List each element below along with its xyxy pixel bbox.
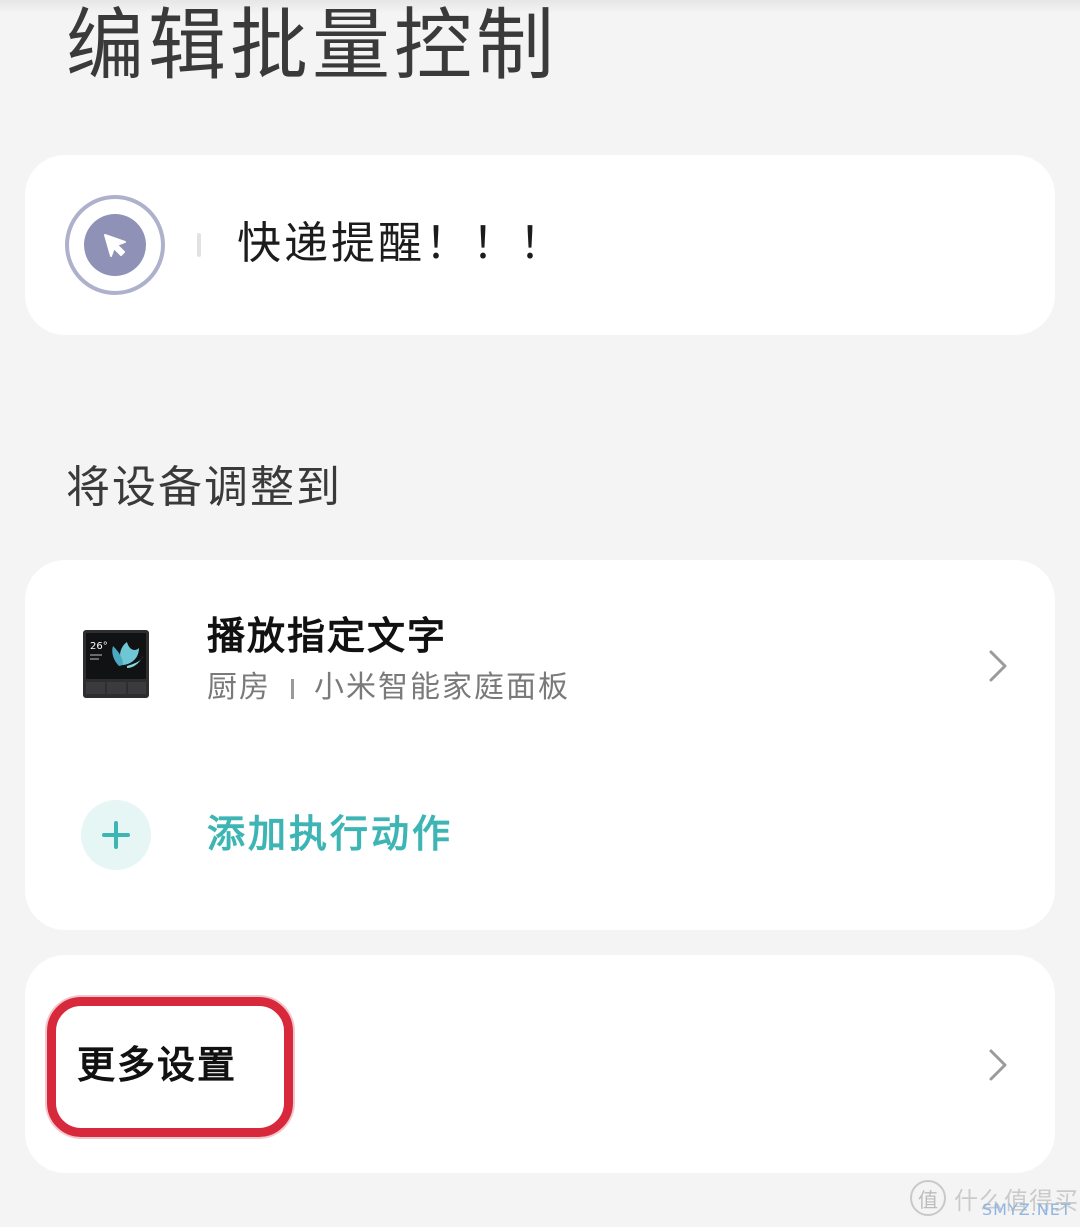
section-label: 将设备调整到 (66, 462, 342, 513)
chevron-right-icon (989, 650, 1007, 682)
watermark-sub: SMYZ.NET (982, 1200, 1072, 1219)
action-meta: 厨房 小米智能家庭面板 (207, 666, 570, 710)
watermark-logo-icon: 值 (910, 1180, 946, 1216)
cursor-click-icon (84, 214, 146, 276)
actions-card: 26° 播放指定文字 厨房 小米智能家庭面板 添加执行动作 (25, 560, 1055, 930)
add-action-button[interactable] (81, 800, 151, 870)
smart-home-panel-icon: 26° (83, 630, 149, 698)
device-label: 小米智能家庭面板 (314, 670, 570, 705)
action-title: 播放指定文字 (207, 614, 448, 658)
divider (197, 233, 201, 257)
chevron-right-icon (989, 1049, 1007, 1081)
scene-icon-button[interactable] (65, 195, 165, 295)
scene-card[interactable]: 快递提醒！！！ (25, 155, 1055, 335)
page-title: 编辑批量控制 (66, 1, 559, 91)
highlight-annotation (47, 997, 293, 1137)
meta-separator (291, 678, 294, 699)
thumb-temperature: 26° (90, 641, 108, 652)
scene-name[interactable]: 快递提醒！！！ (237, 215, 566, 273)
add-action-label[interactable]: 添加执行动作 (207, 808, 453, 860)
room-label: 厨房 (207, 670, 271, 705)
plus-icon (102, 821, 130, 849)
